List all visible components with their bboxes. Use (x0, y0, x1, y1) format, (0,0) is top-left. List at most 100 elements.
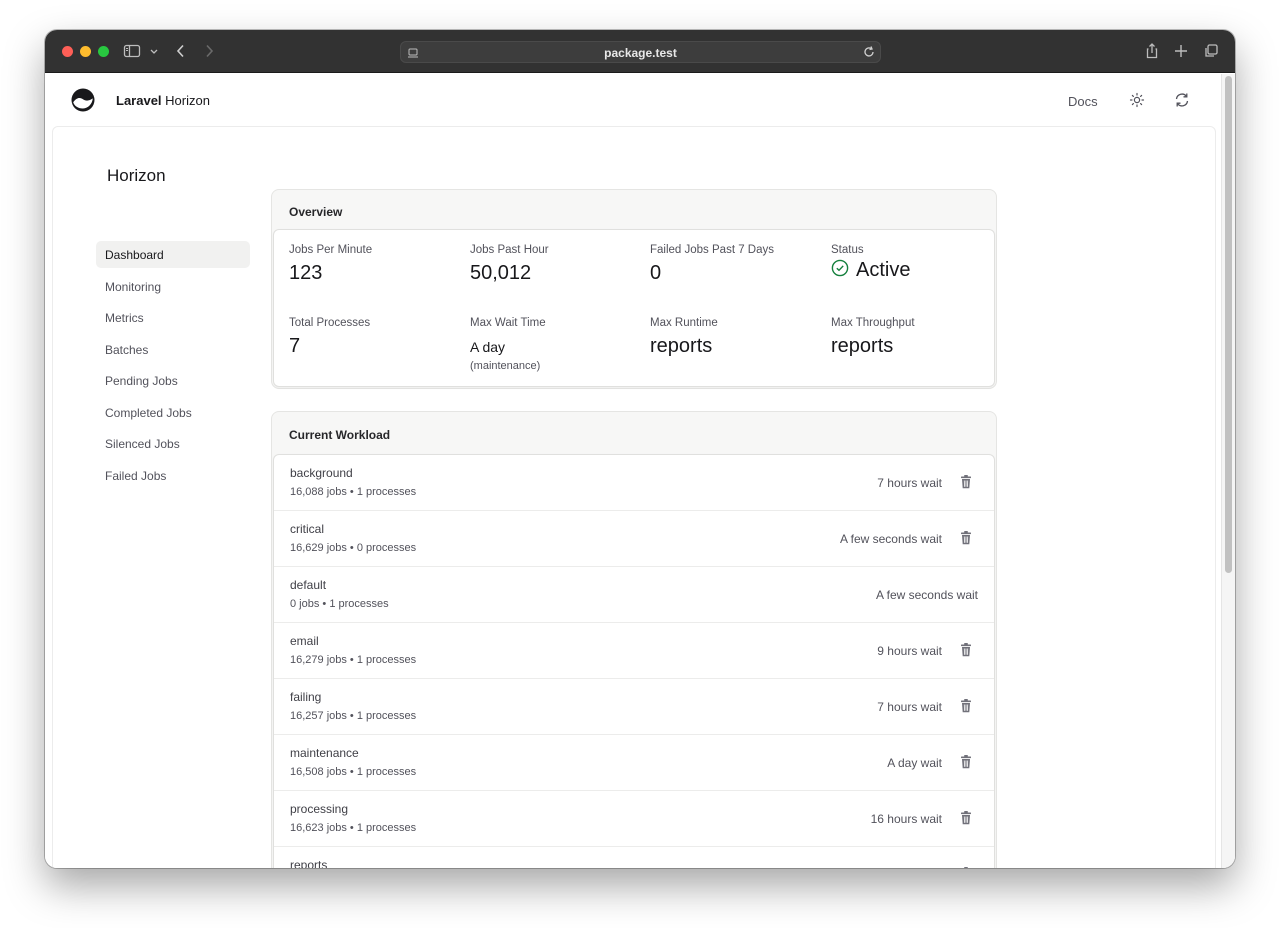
stat-value: 50,012 (470, 262, 532, 284)
trash-icon[interactable] (960, 643, 972, 662)
workload-list: background 16,088 jobs • 1 processes 7 hou… (273, 454, 995, 868)
stat-jobs-per-minute: Jobs Per Minute 123 (289, 244, 372, 285)
queue-name: failing (290, 690, 322, 704)
workload-row: processing 16,623 jobs • 1 processes 16 ho… (274, 791, 994, 847)
workload-row: default 0 jobs • 1 processes A few seconds… (274, 567, 994, 623)
queue-meta: 16,623 jobs • 1 processes (290, 822, 417, 834)
nav-batches[interactable]: Batches (96, 336, 250, 363)
forward-icon[interactable] (203, 41, 215, 61)
stat-label: Total Processes (289, 317, 371, 329)
trash-icon[interactable] (960, 475, 972, 494)
stat-label: Status (831, 244, 864, 256)
brand-title[interactable]: Laravel Horizon (116, 93, 210, 108)
stat-label: Max Throughput (831, 317, 915, 329)
stat-value: 123 (289, 262, 323, 284)
stat-label: Jobs Past Hour (470, 244, 549, 256)
stat-max-wait-time: Max Wait Time A day (maintenance) (470, 317, 546, 372)
overview-stats: Jobs Per Minute 123 Jobs Past Hour 50,01… (273, 229, 995, 387)
queue-wait: A few seconds wait (839, 532, 942, 546)
url-text: package.test (604, 46, 677, 60)
close-window-button[interactable] (62, 46, 73, 57)
stat-max-runtime: Max Runtime reports (650, 317, 718, 358)
nav-dashboard[interactable]: Dashboard (96, 241, 250, 268)
stat-value: reports (831, 335, 894, 357)
browser-window: package.test Laravel Horizon Docs Horizo… (45, 30, 1235, 868)
status-value: Active (856, 259, 911, 281)
queue-meta: 0 jobs • 1 processes (290, 598, 389, 610)
queue-wait: 7 hours wait (877, 700, 942, 714)
queue-name: reports (290, 858, 328, 868)
trash-icon[interactable] (960, 699, 972, 718)
auto-refresh-button[interactable] (1173, 91, 1191, 114)
stat-label: Max Runtime (650, 317, 718, 329)
queue-name: default (290, 578, 327, 592)
workload-panel: Current Workload background 16,088 jobs •… (271, 411, 997, 868)
stat-value: A day (470, 339, 506, 355)
nav-monitoring[interactable]: Monitoring (96, 273, 250, 300)
sidebar-toggle-icon[interactable] (123, 41, 141, 61)
queue-name: maintenance (290, 746, 359, 760)
sun-icon (1129, 92, 1145, 108)
queue-name: background (290, 466, 353, 480)
queue-wait: 16 hours wait (870, 812, 942, 826)
zoom-window-button[interactable] (98, 46, 109, 57)
scrollbar-thumb[interactable] (1225, 76, 1232, 573)
queue-wait: 9 hours wait (877, 644, 942, 658)
nav-pending-jobs[interactable]: Pending Jobs (96, 367, 250, 394)
horizon-logo-icon[interactable] (71, 88, 95, 112)
queue-name: processing (290, 802, 349, 816)
page-viewport: Laravel Horizon Docs Horizon Dashboard M… (45, 74, 1235, 868)
stat-value: 7 (289, 335, 301, 357)
stat-value: 0 (650, 262, 662, 284)
stat-value: reports (650, 335, 713, 357)
workload-row: maintenance 16,508 jobs • 1 processes A da… (274, 735, 994, 791)
trash-icon[interactable] (960, 867, 972, 868)
queue-wait: A few seconds wait (875, 588, 978, 602)
new-tab-icon[interactable] (1173, 41, 1189, 61)
nav-metrics[interactable]: Metrics (96, 304, 250, 331)
queue-wait: A day wait (887, 756, 942, 770)
stat-jobs-past-hour: Jobs Past Hour 50,012 (470, 244, 549, 285)
chevron-down-icon[interactable] (149, 41, 159, 61)
overview-panel: Overview Jobs Per Minute 123 Jobs Past H… (271, 189, 997, 389)
refresh-icon (1175, 93, 1189, 107)
workload-row: reports16,527 jobs • 1 processesA day wa… (274, 847, 994, 868)
brand-rest: Horizon (161, 93, 210, 108)
sidebar-title: Horizon (107, 166, 166, 185)
brand-bold: Laravel (116, 93, 162, 108)
browser-toolbar: package.test (45, 30, 1235, 73)
app-header: Laravel Horizon Docs (45, 74, 1221, 126)
stat-failed-jobs: Failed Jobs Past 7 Days 0 (650, 244, 774, 285)
workload-row: email 16,279 jobs • 1 processes 9 hours wa… (274, 623, 994, 679)
trash-icon[interactable] (960, 531, 972, 550)
stat-status: Status Active (831, 244, 910, 282)
scrollbar[interactable] (1221, 74, 1235, 868)
check-circle-icon (831, 259, 849, 282)
workload-row: failing 16,257 jobs • 1 processes 7 hours … (274, 679, 994, 735)
reload-icon[interactable] (862, 45, 876, 64)
stat-max-throughput: Max Throughput reports (831, 317, 915, 358)
share-icon[interactable] (1144, 41, 1160, 61)
queue-meta: 16,257 jobs • 1 processes (290, 710, 417, 722)
tab-overview-icon[interactable] (1203, 41, 1219, 61)
queue-meta: 16,508 jobs • 1 processes (290, 766, 417, 778)
minimize-window-button[interactable] (80, 46, 91, 57)
queue-wait: 7 hours wait (877, 476, 942, 490)
workload-title: Current Workload (289, 428, 391, 442)
docs-link[interactable]: Docs (1068, 94, 1098, 109)
trash-icon[interactable] (960, 755, 972, 774)
back-icon[interactable] (175, 41, 187, 61)
queue-meta: 16,088 jobs • 1 processes (290, 486, 417, 498)
overview-title: Overview (289, 205, 343, 219)
nav-silenced-jobs[interactable]: Silenced Jobs (96, 430, 250, 457)
theme-toggle-button[interactable] (1128, 91, 1146, 114)
address-bar[interactable]: package.test (400, 41, 881, 63)
trash-icon[interactable] (960, 811, 972, 830)
stat-label: Jobs Per Minute (289, 244, 373, 256)
nav-failed-jobs[interactable]: Failed Jobs (96, 462, 250, 489)
queue-name: critical (290, 522, 325, 536)
queue-name: email (290, 634, 319, 648)
nav-completed-jobs[interactable]: Completed Jobs (96, 399, 250, 426)
queue-meta: 16,279 jobs • 1 processes (290, 654, 417, 666)
stat-label: Failed Jobs Past 7 Days (650, 244, 775, 256)
